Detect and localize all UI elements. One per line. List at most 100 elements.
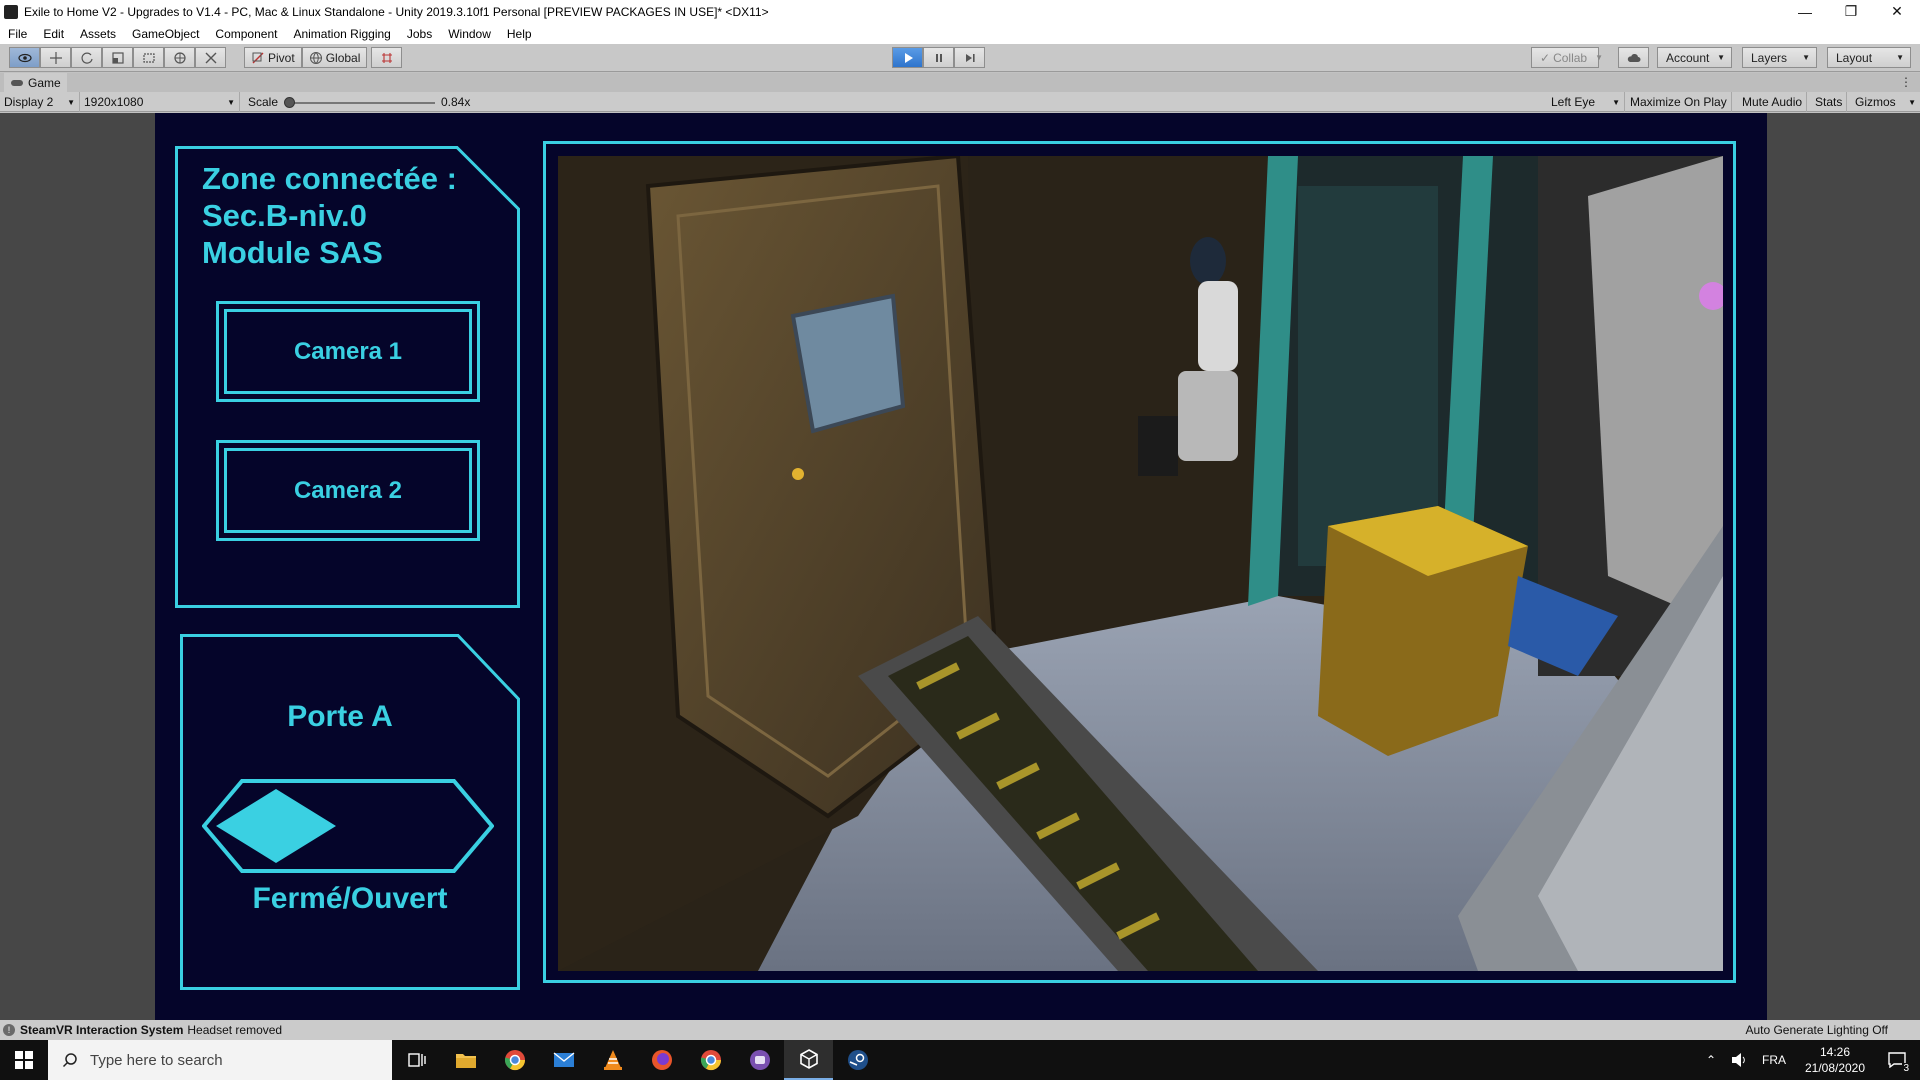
tab-game[interactable]: Game — [4, 73, 67, 92]
search-placeholder: Type here to search — [90, 1051, 223, 1069]
zone-title-line2: Sec.B-niv.0 — [202, 198, 367, 233]
lighting-status[interactable]: Auto Generate Lighting Off — [1745, 1023, 1888, 1037]
camera-1-label: Camera 1 — [293, 337, 403, 365]
scale-tool-button[interactable] — [102, 47, 133, 68]
task-view-icon — [407, 1053, 426, 1067]
menu-gameobject[interactable]: GameObject — [124, 27, 207, 41]
rect-tool-icon — [142, 52, 155, 63]
gamepad-icon — [11, 79, 23, 86]
camera-scene-image — [558, 156, 1723, 971]
file-explorer-button[interactable] — [441, 1040, 490, 1080]
stats-toggle[interactable]: Stats — [1811, 92, 1848, 112]
pause-icon — [935, 53, 942, 62]
grid-snap-icon — [381, 52, 392, 63]
clock[interactable]: 14:26 21/08/2020 — [1796, 1044, 1874, 1076]
chevron-down-icon: ▼ — [227, 97, 235, 107]
menu-help[interactable]: Help — [499, 27, 540, 41]
pivot-toggle[interactable]: Pivot — [244, 47, 302, 68]
task-view-button[interactable] — [392, 1040, 441, 1080]
chevron-up-icon[interactable]: ⌃ — [1706, 1053, 1716, 1067]
eye-dropdown[interactable]: Left Eye ▼ — [1547, 92, 1625, 112]
info-icon: ! — [3, 1024, 15, 1036]
scale-slider-track[interactable] — [287, 102, 435, 104]
menu-component[interactable]: Component — [207, 27, 285, 41]
grid-snap-button[interactable] — [371, 47, 403, 68]
rotate-tool-button[interactable] — [71, 47, 102, 68]
cloud-button[interactable] — [1618, 47, 1649, 68]
chevron-down-icon: ▼ — [1612, 97, 1620, 107]
steam-button[interactable] — [833, 1040, 882, 1080]
chrome-alt-button[interactable] — [686, 1040, 735, 1080]
menu-bar: File Edit Assets GameObject Component An… — [0, 23, 1920, 44]
tab-menu-button[interactable]: ⋮ — [1900, 75, 1912, 89]
notification-count: 3 — [1902, 1063, 1910, 1074]
minimize-button[interactable]: — — [1782, 0, 1828, 23]
close-button[interactable]: ✕ — [1874, 0, 1920, 23]
unity-button[interactable] — [784, 1040, 833, 1080]
globe-icon — [309, 51, 322, 64]
maximize-on-play-toggle[interactable]: Maximize On Play — [1626, 92, 1732, 112]
door-panel: Porte A Fermé/Ouvert — [180, 634, 520, 990]
status-message[interactable]: Headset removed — [187, 1023, 282, 1037]
transform-icon — [173, 51, 186, 64]
chrome-button[interactable] — [490, 1040, 539, 1080]
start-button[interactable] — [0, 1040, 48, 1080]
display-dropdown[interactable]: Display 2 ▼ — [0, 92, 80, 112]
gizmos-label: Gizmos — [1855, 95, 1896, 109]
speaker-icon[interactable] — [1730, 1052, 1748, 1068]
firefox-button[interactable] — [637, 1040, 686, 1080]
layers-dropdown[interactable]: Layers ▼ — [1742, 47, 1817, 68]
move-tool-button[interactable] — [40, 47, 71, 68]
taskbar-search[interactable]: Type here to search — [48, 1040, 392, 1080]
mute-audio-toggle[interactable]: Mute Audio — [1738, 92, 1808, 112]
menu-file[interactable]: File — [0, 27, 35, 41]
unity-icon — [799, 1049, 818, 1069]
chevron-down-icon: ▼ — [1595, 53, 1604, 62]
menu-window[interactable]: Window — [440, 27, 499, 41]
chevron-down-icon: ▼ — [1896, 53, 1904, 62]
mail-icon — [553, 1052, 574, 1067]
account-label: Account — [1666, 50, 1710, 65]
transform-tool-button[interactable] — [164, 47, 195, 68]
camera-2-label: Camera 2 — [293, 476, 403, 504]
camera-1-button[interactable]: Camera 1 — [216, 301, 480, 402]
zone-title-line3: Module SAS — [202, 235, 383, 270]
global-toggle[interactable]: Global — [301, 47, 368, 68]
menu-edit[interactable]: Edit — [35, 27, 72, 41]
menu-assets[interactable]: Assets — [72, 27, 124, 41]
clock-date: 21/08/2020 — [1804, 1061, 1866, 1075]
collab-label: Collab — [1553, 50, 1588, 65]
layout-dropdown[interactable]: Layout ▼ — [1827, 47, 1911, 68]
maximize-button[interactable]: ❐ — [1828, 0, 1874, 23]
camera-feed — [558, 156, 1723, 971]
game-view: Zone connectée : Sec.B-niv.0 Module SAS … — [0, 113, 1920, 1020]
move-icon — [49, 51, 62, 64]
camera-2-button[interactable]: Camera 2 — [216, 440, 480, 541]
menu-jobs[interactable]: Jobs — [399, 27, 440, 41]
firefox-icon — [651, 1050, 672, 1070]
door-toggle[interactable] — [202, 779, 494, 873]
account-dropdown[interactable]: Account ▼ — [1657, 47, 1732, 68]
notifications-button[interactable]: 3 — [1874, 1040, 1920, 1080]
view-tool-button[interactable] — [9, 47, 40, 68]
step-button[interactable] — [954, 47, 985, 68]
layers-label: Layers — [1751, 50, 1788, 65]
language-indicator[interactable]: FRA — [1762, 1053, 1786, 1067]
scale-slider-handle[interactable] — [284, 97, 295, 108]
pause-button[interactable] — [923, 47, 954, 68]
unity-app-icon — [4, 4, 18, 19]
search-icon — [62, 1053, 77, 1068]
collab-dropdown[interactable]: ✓ Collab ▼ — [1531, 47, 1603, 68]
title-bar: Exile to Home V2 - Upgrades to V1.4 - PC… — [0, 0, 1920, 23]
purple-app-button[interactable] — [735, 1040, 784, 1080]
tools-icon — [205, 52, 216, 63]
resolution-dropdown[interactable]: 1920x1080 ▼ — [80, 92, 240, 112]
play-button[interactable] — [892, 47, 923, 68]
menu-animation-rigging[interactable]: Animation Rigging — [285, 27, 398, 41]
vlc-button[interactable] — [588, 1040, 637, 1080]
zone-title-line1: Zone connectée : — [202, 161, 457, 196]
gizmos-dropdown[interactable]: Gizmos ▼ — [1851, 92, 1920, 112]
custom-tool-button[interactable] — [195, 47, 226, 68]
mail-button[interactable] — [539, 1040, 588, 1080]
rect-tool-button[interactable] — [133, 47, 164, 68]
